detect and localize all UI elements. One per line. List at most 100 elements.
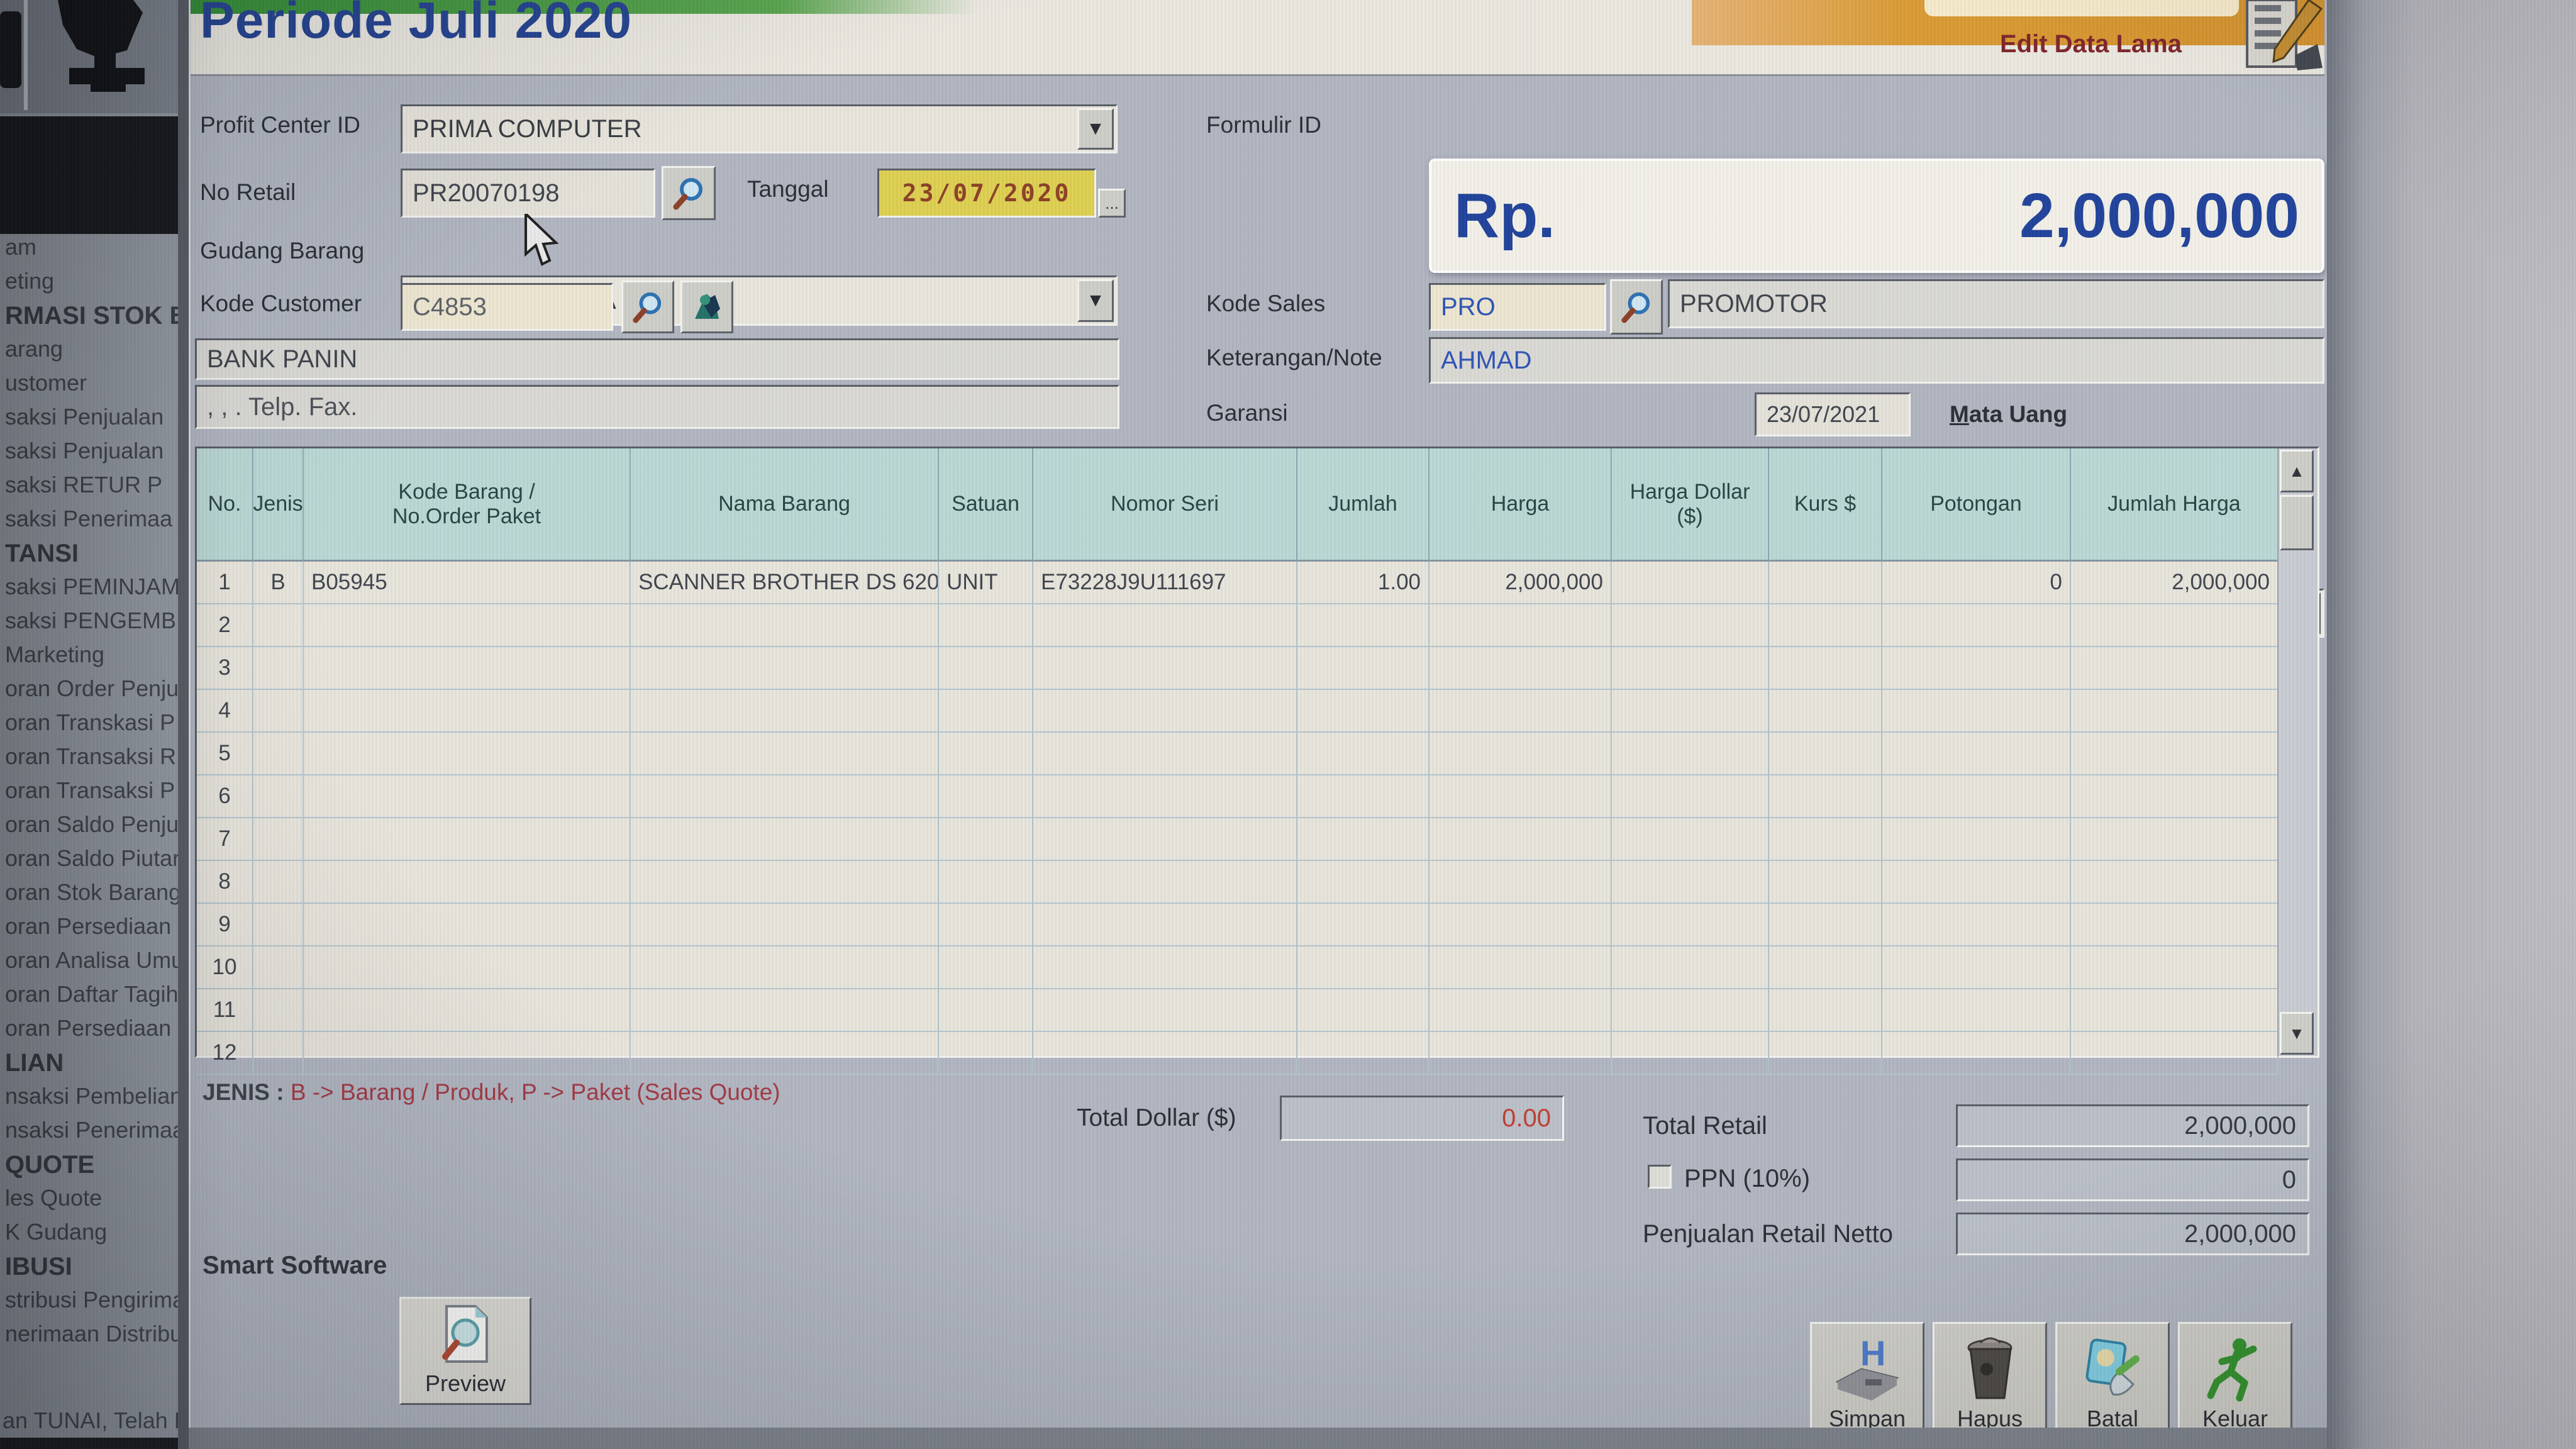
column-header[interactable]: Kurs $: [1769, 448, 1882, 562]
profit-center-combobox[interactable]: PRIMA COMPUTER ▼: [401, 104, 1118, 153]
table-row[interactable]: 5: [197, 733, 2279, 775]
sidebar-item[interactable]: oran Daftar Tagih: [5, 981, 181, 1015]
sidebar-item[interactable]: saksi Penjualan: [5, 404, 181, 438]
tanggal-more-button[interactable]: ...: [1098, 189, 1126, 218]
sidebar-item[interactable]: oran Saldo Piutar: [5, 845, 181, 879]
edit-note-icon[interactable]: [2235, 0, 2326, 70]
preview-icon: [435, 1304, 496, 1367]
sidebar-item[interactable]: saksi PENGEMB: [5, 608, 181, 641]
column-header[interactable]: Harga Dollar ($): [1612, 448, 1769, 562]
amount-value: 2,000,000: [2019, 180, 2299, 252]
table-cell: [1882, 989, 2071, 1031]
kode-customer-input[interactable]: C4853: [401, 283, 613, 331]
sidebar-item[interactable]: saksi RETUR P: [5, 472, 181, 506]
table-cell: [631, 904, 939, 945]
table-cell: [253, 861, 304, 902]
sidebar-item[interactable]: saksi Penjualan: [5, 438, 181, 472]
hapus-button[interactable]: Hapus: [1933, 1322, 2047, 1440]
table-row[interactable]: 7: [197, 818, 2279, 861]
edit-data-lama-link[interactable]: Edit Data Lama: [2000, 30, 2182, 58]
column-header[interactable]: No.: [197, 448, 253, 562]
sidebar-item[interactable]: IBUSI: [5, 1253, 181, 1287]
kode-sales-input[interactable]: PRO: [1429, 283, 1606, 331]
sidebar-item[interactable]: nsaksi Penerimaa: [5, 1117, 181, 1151]
vertical-scrollbar[interactable]: ▲ ▼: [2277, 448, 2318, 1056]
table-cell: [939, 818, 1033, 860]
keterangan-input[interactable]: AHMAD: [1429, 337, 2324, 384]
table-row[interactable]: 1BB05945SCANNER BROTHER DS 620UNITE73228…: [197, 562, 2279, 604]
column-header[interactable]: Nama Barang: [631, 448, 939, 562]
simpan-button[interactable]: H Simpan: [1810, 1322, 1924, 1440]
garansi-expiry-field[interactable]: 23/07/2021: [1755, 392, 1911, 436]
ppn-label[interactable]: PPN (10%): [1684, 1165, 1810, 1193]
sidebar-item[interactable]: LIAN: [5, 1049, 181, 1083]
sidebar-item[interactable]: oran Transaksi R: [5, 743, 181, 777]
column-header[interactable]: Jenis: [253, 448, 304, 562]
sidebar-item[interactable]: oran Stok Barang: [5, 879, 181, 913]
scroll-down-button[interactable]: ▼: [2280, 1012, 2314, 1055]
column-header[interactable]: Satuan: [939, 448, 1033, 562]
table-row[interactable]: 9: [197, 904, 2279, 947]
preview-button[interactable]: Preview: [399, 1297, 531, 1405]
table-cell: [1430, 775, 1612, 817]
sidebar-item[interactable]: oran Persediaan: [5, 913, 181, 947]
column-header[interactable]: Nomor Seri: [1033, 448, 1297, 562]
table-cell: [1297, 1032, 1430, 1074]
sidebar-item[interactable]: arang: [5, 336, 181, 370]
customer-detail-button[interactable]: [680, 280, 733, 333]
tanggal-field[interactable]: 23/07/2020: [877, 169, 1096, 218]
sidebar-item[interactable]: K Gudang: [5, 1219, 181, 1253]
column-header[interactable]: Harga: [1430, 448, 1612, 562]
sidebar-item[interactable]: oran Transaksi P: [5, 777, 181, 811]
sidebar-item[interactable]: RMASI STOK B: [5, 302, 181, 336]
sidebar-item[interactable]: nsaksi Pembelian: [5, 1083, 181, 1117]
table-cell: [1882, 861, 2071, 902]
netto-label: Penjualan Retail Netto: [1643, 1220, 1893, 1248]
table-cell: [1612, 818, 1769, 860]
customer-search-button[interactable]: [621, 280, 674, 333]
sidebar-item[interactable]: les Quote: [5, 1185, 181, 1219]
scroll-up-button[interactable]: ▲: [2280, 450, 2314, 492]
sidebar-item[interactable]: nerimaan Distribus: [5, 1321, 181, 1355]
sidebar-item[interactable]: oran Persediaan: [5, 1015, 181, 1049]
telp-fax-field[interactable]: , , . Telp. Fax.: [195, 385, 1119, 429]
customer-name-field[interactable]: BANK PANIN: [195, 338, 1119, 380]
sidebar-item[interactable]: saksi Penerimaa: [5, 506, 181, 540]
ppn-checkbox[interactable]: [1648, 1165, 1672, 1189]
sidebar-item[interactable]: saksi PEMINJAM: [5, 574, 181, 608]
keluar-button[interactable]: Keluar: [2178, 1322, 2292, 1440]
table-row[interactable]: 12: [197, 1032, 2279, 1075]
column-header[interactable]: Potongan: [1882, 448, 2071, 562]
column-header[interactable]: Kode Barang / No.Order Paket: [304, 448, 631, 562]
sidebar-item[interactable]: eting: [5, 268, 181, 302]
preview-button-label: Preview: [425, 1370, 506, 1397]
sidebar-item[interactable]: TANSI: [5, 540, 181, 574]
column-header[interactable]: Jumlah Harga: [2071, 448, 2279, 562]
sales-search-button[interactable]: [1610, 279, 1663, 335]
table-row[interactable]: 4: [197, 690, 2279, 733]
table-row[interactable]: 11: [197, 989, 2279, 1032]
sidebar-item[interactable]: am: [5, 234, 181, 268]
chevron-down-icon[interactable]: ▼: [1077, 108, 1114, 150]
sidebar-item[interactable]: Marketing: [5, 641, 181, 675]
table-cell: [253, 733, 304, 774]
no-retail-search-button[interactable]: [662, 166, 716, 220]
sidebar-item[interactable]: QUOTE: [5, 1151, 181, 1185]
table-row[interactable]: 3: [197, 647, 2279, 690]
table-row[interactable]: 8: [197, 861, 2279, 904]
table-row[interactable]: 10: [197, 947, 2279, 989]
sidebar-item[interactable]: oran Transkasi P: [5, 709, 181, 743]
sidebar-item[interactable]: oran Saldo Penju: [5, 811, 181, 845]
sidebar-item[interactable]: oran Analisa Umu: [5, 947, 181, 981]
sidebar-item[interactable]: stribusi Pengiriman: [5, 1287, 181, 1321]
no-retail-input[interactable]: PR20070198: [401, 169, 655, 218]
column-header[interactable]: Jumlah: [1297, 448, 1430, 562]
table-cell: [939, 690, 1033, 731]
scroll-thumb[interactable]: [2280, 495, 2314, 550]
sidebar-item[interactable]: ustomer: [5, 370, 181, 404]
chevron-down-icon[interactable]: ▼: [1077, 279, 1114, 322]
batal-button[interactable]: Batal: [2055, 1322, 2170, 1440]
sidebar-item[interactable]: oran Order Penju: [5, 675, 181, 709]
table-row[interactable]: 6: [197, 775, 2279, 818]
table-row[interactable]: 2: [197, 604, 2279, 647]
